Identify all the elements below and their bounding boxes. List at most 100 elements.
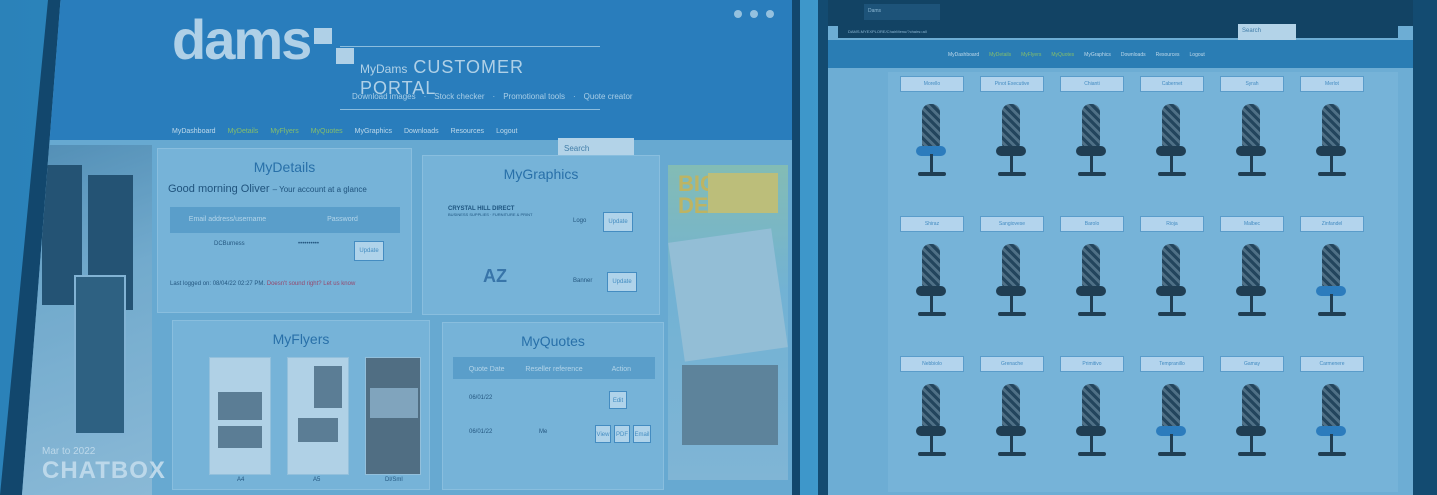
chair-category-label[interactable]: Tempranillo — [1140, 356, 1204, 372]
update-details-button[interactable]: Update — [354, 241, 384, 261]
chair-product-image[interactable] — [914, 384, 950, 470]
portal-link-quote[interactable]: Quote creator — [584, 92, 633, 101]
chair-portal-header: MyDashboard MyDetails MyFlyers MyQuotes … — [828, 40, 1413, 68]
quote-pdf-button[interactable]: PDF — [614, 425, 630, 443]
portal-link-stock[interactable]: Stock checker — [434, 92, 484, 101]
chatbox-promo-image[interactable]: Mar to 2022 CHATBOX — [22, 145, 165, 495]
chair-category-label[interactable]: Grenache — [980, 356, 1044, 372]
col-password: Password — [327, 216, 358, 223]
nav-mygraphics[interactable]: MyGraphics — [355, 128, 392, 135]
chair-category-label[interactable]: Morello — [900, 76, 964, 92]
chair-product-image[interactable] — [914, 244, 950, 330]
chair-category-label[interactable]: Cabernet — [1140, 76, 1204, 92]
flyer-label-dl: Dl/Sml — [385, 477, 403, 483]
chair-product-image[interactable] — [1234, 244, 1270, 330]
nav-logout[interactable]: Logout — [496, 128, 517, 135]
nav-logout[interactable]: Logout — [1190, 52, 1205, 58]
chair-product-image[interactable] — [1314, 244, 1350, 330]
report-login-link[interactable]: Doesn't sound right? Let us know — [267, 281, 356, 287]
minimize-icon[interactable] — [734, 10, 742, 18]
banner-label: Banner — [573, 278, 593, 284]
nav-myquotes[interactable]: MyQuotes — [1051, 52, 1074, 58]
main-nav: MyDashboard MyDetails MyFlyers MyQuotes … — [172, 128, 517, 135]
nav-dashboard[interactable]: MyDashboard — [948, 52, 979, 58]
quote-edit-button[interactable]: Edit — [609, 391, 627, 409]
chair-product-image[interactable] — [1234, 104, 1270, 190]
quote-view-button[interactable]: View — [595, 425, 611, 443]
nav-myflyers[interactable]: MyFlyers — [1021, 52, 1041, 58]
window-controls — [734, 10, 774, 18]
chair-category-label[interactable]: Gamay — [1220, 356, 1284, 372]
chair-product-image[interactable] — [1154, 244, 1190, 330]
chair-product-image[interactable] — [1314, 384, 1350, 470]
brand-logo[interactable]: dams — [172, 10, 355, 70]
chair-product-image[interactable] — [914, 104, 950, 190]
chair-category-label[interactable]: Barolo — [1060, 216, 1124, 232]
nav-dashboard[interactable]: MyDashboard — [172, 128, 216, 135]
portal-links: Download images · Stock checker · Promot… — [352, 92, 633, 101]
profile-icon[interactable] — [766, 10, 774, 18]
mydetails-panel: MyDetails Good morning Oliver – Your acc… — [157, 148, 412, 313]
nav-mygraphics[interactable]: MyGraphics — [1084, 52, 1111, 58]
portal-link-download[interactable]: Download images — [352, 92, 416, 101]
quote-email-button[interactable]: Email — [633, 425, 651, 443]
portal-link-promo[interactable]: Promotional tools — [503, 92, 565, 101]
chair-category-label[interactable]: Rioja — [1140, 216, 1204, 232]
quotes-table-head: Quote Date Reseller reference Action — [453, 357, 655, 379]
flyer-label-a5: A5 — [313, 477, 321, 483]
flyer-thumb-dl[interactable] — [365, 357, 421, 475]
address-bar[interactable]: DAMS.MYEXPLORE/ChairMenu/?chairs=all — [838, 26, 1398, 38]
chair-category-label[interactable]: Zinfandel — [1300, 216, 1364, 232]
catalogue-cover — [668, 228, 788, 362]
chair-product-image[interactable] — [994, 104, 1030, 190]
maximize-icon[interactable] — [750, 10, 758, 18]
chair-product-image[interactable] — [994, 244, 1030, 330]
chair-category-label[interactable]: Chianti — [1060, 76, 1124, 92]
chair-product-image[interactable] — [1314, 104, 1350, 190]
chair-category-label[interactable]: Malbec — [1220, 216, 1284, 232]
chair-category-label[interactable]: Pinot Executive — [980, 76, 1044, 92]
big-deals-banner[interactable]: BIG DEALS — [668, 165, 788, 480]
nav-myflyers[interactable]: MyFlyers — [270, 128, 298, 135]
chair-category-label[interactable]: Syrah — [1220, 76, 1284, 92]
chatbox-small: Mar to 2022 — [42, 446, 96, 457]
chair-product-image[interactable] — [1154, 384, 1190, 470]
chair-category-label[interactable]: Shiraz — [900, 216, 964, 232]
browser-tab[interactable]: Dams — [864, 4, 940, 20]
chatbox-label: Mar to 2022 CHATBOX — [42, 446, 166, 485]
nav-mydetails[interactable]: MyDetails — [228, 128, 259, 135]
nav-downloads[interactable]: Downloads — [1121, 52, 1146, 58]
logo-label: Logo — [573, 218, 587, 224]
flyer-thumb-a5[interactable] — [287, 357, 349, 475]
nav-myquotes[interactable]: MyQuotes — [311, 128, 343, 135]
update-banner-button[interactable]: Update — [607, 272, 637, 292]
update-logo-button[interactable]: Update — [603, 212, 633, 232]
col-email: Email address/username — [188, 216, 267, 223]
chair-product-image[interactable] — [1074, 384, 1110, 470]
chair-category-label[interactable]: Carmenere — [1300, 356, 1364, 372]
quote-reference: Me — [539, 429, 548, 435]
flyer-thumb-a4[interactable] — [209, 357, 271, 475]
chair-category-label[interactable]: Merlot — [1300, 76, 1364, 92]
myquotes-panel: MyQuotes Quote Date Reseller reference A… — [442, 322, 664, 490]
nav-downloads[interactable]: Downloads — [404, 128, 439, 135]
mygraphics-panel: MyGraphics CRYSTAL HILL DIRECT BUSINESS … — [422, 155, 660, 315]
chair-product-image[interactable] — [994, 384, 1030, 470]
chair-product-image[interactable] — [1074, 104, 1110, 190]
chair-search-input[interactable]: Search — [1238, 24, 1296, 40]
chair-category-label[interactable]: Primitivo — [1060, 356, 1124, 372]
nav-resources[interactable]: Resources — [451, 128, 484, 135]
nav-resources[interactable]: Resources — [1156, 52, 1180, 58]
left-monitor: dams MyDams CUSTOMER PORTAL Download ima… — [0, 0, 800, 495]
chair-product-image[interactable] — [1074, 244, 1110, 330]
chair-category-label[interactable]: Nebbiolo — [900, 356, 964, 372]
portal-title-prefix: MyDams — [360, 62, 408, 76]
chair-category-label[interactable]: Sangiovese — [980, 216, 1044, 232]
nav-mydetails[interactable]: MyDetails — [989, 52, 1011, 58]
chatbox-big: CHATBOX — [42, 457, 166, 484]
chair-product-image[interactable] — [1154, 104, 1190, 190]
banner-graphic: AZ — [483, 266, 507, 286]
booth-shape — [74, 275, 126, 435]
col-quote-date: Quote Date — [468, 366, 505, 373]
chair-product-image[interactable] — [1234, 384, 1270, 470]
